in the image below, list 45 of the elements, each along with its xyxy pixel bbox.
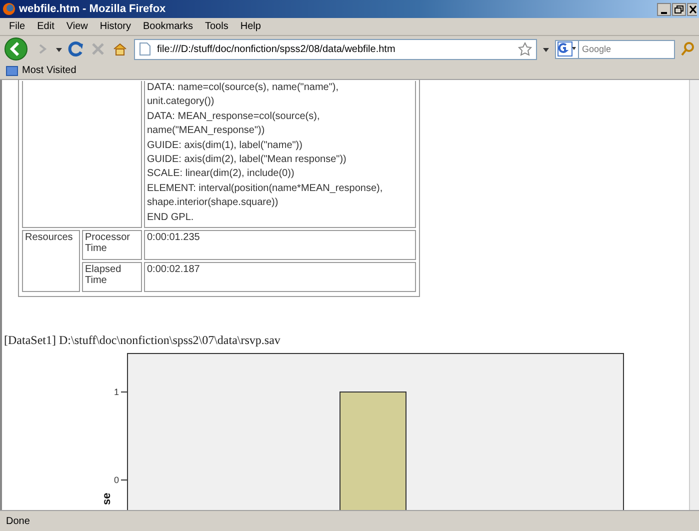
y-tick [120, 480, 128, 481]
bookmark-folder-icon [6, 64, 18, 76]
star-icon[interactable] [518, 42, 532, 56]
bookmark-item[interactable]: Most Visited [22, 65, 76, 76]
item-value: 0:00:02.187 [144, 262, 416, 292]
code-line: END GPL. [147, 210, 195, 225]
code-line: DATA: MEAN_response=col(source(s), [147, 110, 321, 124]
menu-item[interactable]: Tools [200, 21, 236, 32]
code-line: unit.category()) [147, 95, 216, 110]
home-icon[interactable] [112, 41, 128, 57]
item-value: 0:00:01.235 [144, 230, 416, 260]
code-line: ELEMENT: interval(position(name*MEAN_response), [147, 182, 384, 196]
reload-icon[interactable] [68, 41, 84, 57]
item-label: Elapsed Time [82, 262, 142, 292]
menu-item[interactable]: Help [235, 21, 268, 32]
scrollbar[interactable] [689, 80, 699, 510]
menu-item[interactable]: Bookmarks [138, 21, 200, 32]
search-engine-icon[interactable] [555, 40, 579, 58]
dataset-path: [DataSet1] D:\stuff\doc\nonfiction\spss2\07\data\rsvp.sav [4, 333, 282, 348]
code-line: GUIDE: axis(dim(1), label("name")) [147, 138, 304, 153]
item-label: Processor Time [82, 230, 142, 260]
code-line: GUIDE: axis(dim(2), label("Mean response")) [147, 153, 348, 168]
code-line: name("MEAN_response")) [147, 124, 266, 138]
y-tick-label: 1 [114, 387, 119, 398]
minimize-icon[interactable] [657, 2, 671, 16]
menu-item[interactable]: Edit [32, 21, 62, 32]
code-line: shape.interior(shape.square)) [147, 196, 280, 210]
menu-item[interactable]: History [94, 21, 138, 32]
window-title: webfile.htm - Mozilla Firefox [19, 3, 167, 15]
code-line: SCALE: linear(dim(2), include(0)) [147, 167, 296, 182]
y-tick-label: 0 [114, 475, 119, 486]
firefox-logo-icon [2, 2, 16, 16]
close-icon[interactable] [687, 2, 697, 16]
menu-item[interactable]: File [4, 21, 32, 32]
restore-icon[interactable] [672, 2, 686, 16]
y-tick [120, 392, 128, 393]
code-line: DATA: name=col(source(s), name("name"), [147, 81, 340, 95]
page-icon [139, 42, 151, 56]
back-button-icon[interactable] [4, 37, 30, 61]
search-field[interactable]: Google [579, 40, 675, 58]
status-text: Done [6, 516, 30, 526]
row-label: Resources [22, 230, 80, 292]
y-axis-label: se [101, 492, 113, 506]
address-bar[interactable]: file:///D:/stuff/doc/nonfiction/spss2/08/data/webfile.htm [134, 38, 537, 60]
menu-item[interactable]: View [61, 21, 95, 32]
